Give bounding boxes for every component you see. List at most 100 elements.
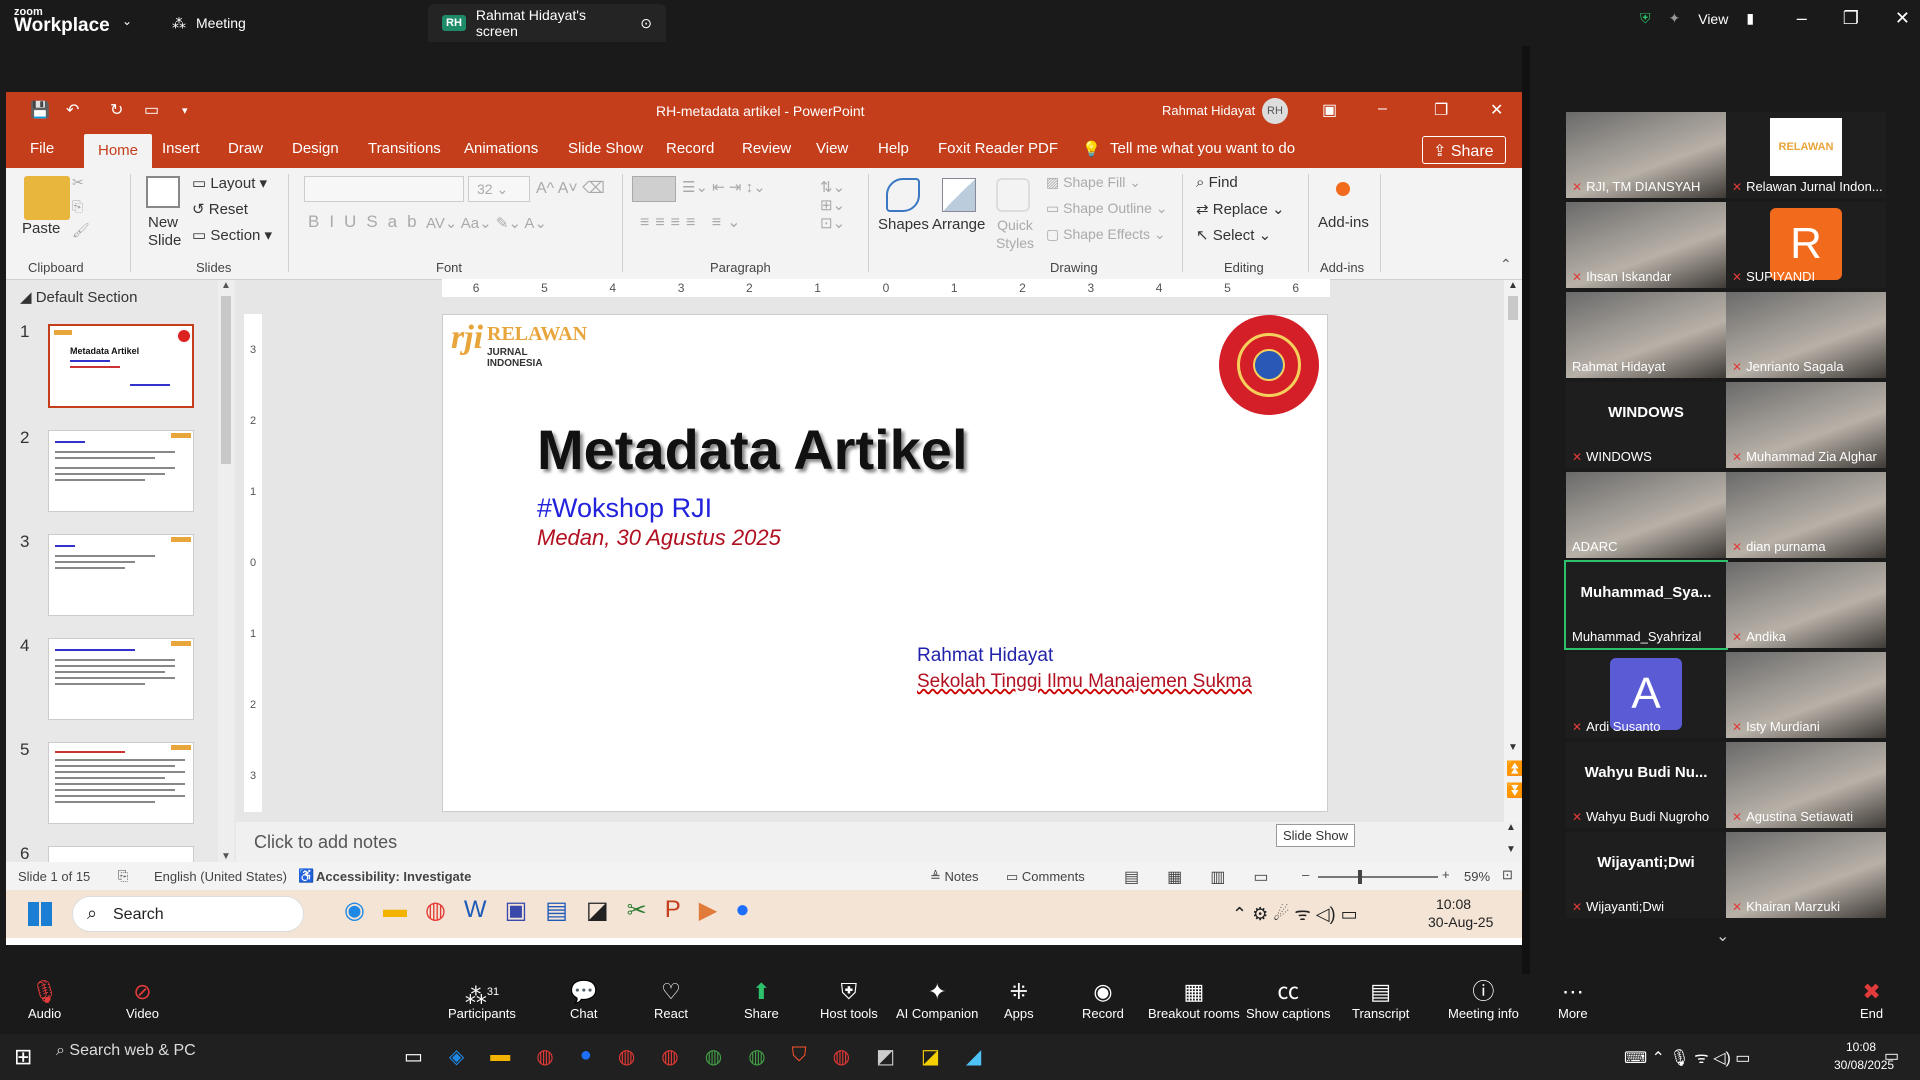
search-box[interactable]: ⌕ Search web & PC — [56, 1042, 386, 1072]
cut-icon[interactable]: ✂ — [72, 174, 84, 191]
add-ins-button[interactable]: Add-ins — [1318, 214, 1369, 231]
copy-icon[interactable]: ⎘ — [72, 198, 83, 215]
accessibility-status[interactable]: Accessibility: Investigate — [316, 869, 471, 884]
text-direction-icons[interactable]: ⇅⌄ ⊞⌄ ⊡⌄ — [820, 178, 845, 232]
tab-draw[interactable]: Draw — [228, 140, 263, 157]
tab-insert[interactable]: Insert — [162, 140, 200, 157]
thumbnail-scrollbar[interactable]: ▲ ▼ — [218, 280, 234, 862]
slide-thumbnail[interactable] — [48, 430, 194, 512]
tab-home[interactable]: Home — [84, 134, 153, 168]
participant-tile[interactable]: Muhammad_Sya... Muhammad_Syahrizal — [1564, 560, 1728, 650]
chrome-icon[interactable]: ◍ — [705, 1044, 722, 1069]
shield-icon[interactable]: ⛨ — [1640, 10, 1651, 27]
view-buttons[interactable]: ▤▦▥▭ — [1124, 867, 1296, 887]
participant-tile[interactable]: ✕ Ihsan Iskandar — [1566, 202, 1726, 288]
slide-institution[interactable]: Sekolah Tinggi Ilmu Manajemen Sukma — [917, 671, 1252, 693]
chrome-icon[interactable]: ◍ — [618, 1044, 635, 1069]
view-button[interactable]: View — [1698, 11, 1728, 27]
notification-icon[interactable]: ▭ — [1884, 1046, 1899, 1066]
slide-thumbnail[interactable] — [48, 846, 194, 862]
task-view-icon[interactable]: ▭ — [404, 1044, 423, 1069]
bullets-icon[interactable] — [632, 176, 676, 202]
slide-subtitle[interactable]: #Wokshop RJI — [537, 493, 712, 524]
notes-button[interactable]: ≜ Notes — [930, 869, 978, 885]
share-screen-button[interactable]: ⬆ Share — [744, 978, 779, 1021]
participant-tile[interactable]: WINDOWS ✕ WINDOWS — [1566, 382, 1726, 468]
undo-icon[interactable]: ↶ — [66, 100, 79, 120]
word-icon[interactable]: W — [464, 896, 487, 925]
add-ins-icon[interactable] — [1336, 182, 1350, 196]
font-name-box[interactable] — [304, 176, 464, 202]
zoom-icon[interactable]: ● — [735, 896, 750, 925]
previous-slide-icon[interactable]: ⏫ — [1506, 760, 1522, 777]
chrome-icon[interactable]: ◍ — [661, 1044, 678, 1069]
app-icon[interactable]: ◢ — [966, 1044, 981, 1069]
participant-tile[interactable]: ✕ Khairan Marzuki — [1726, 832, 1886, 918]
shape-effects-button[interactable]: ▢ Shape Effects ⌄ — [1046, 226, 1166, 243]
section-header[interactable]: ◢ Default Section — [20, 288, 137, 306]
slide-thumbnail[interactable] — [48, 742, 194, 824]
close-icon[interactable]: ✕ — [1490, 100, 1503, 120]
layout-button[interactable]: ▭ Layout ▾ — [192, 174, 267, 192]
slide-scrollbar[interactable]: ▲ ▼ ⏫ ⏬ — [1504, 280, 1522, 824]
save-icon[interactable]: 💾 — [30, 100, 50, 120]
grow-font-icon[interactable]: A^ A˅ ⌫ — [536, 178, 605, 198]
folder-icon[interactable]: ▬ — [383, 896, 407, 925]
brave-icon[interactable]: ⛉ — [792, 1044, 807, 1069]
slide-canvas[interactable]: rji RELAWAN JURNAL INDONESIA Metadata Ar… — [442, 314, 1328, 812]
shapes-button[interactable]: Shapes — [878, 216, 929, 233]
minimize-icon[interactable]: – — [1797, 8, 1807, 29]
transcript-button[interactable]: ▤ Transcript — [1352, 978, 1409, 1021]
redo-icon[interactable]: ↻ — [110, 100, 123, 120]
customize-icon[interactable]: ▾ — [182, 104, 188, 117]
tab-meeting[interactable]: ⁂ Meeting — [158, 4, 428, 42]
more-icon[interactable]: ⊙ — [640, 15, 652, 32]
zoom-out-icon[interactable]: – — [1302, 867, 1309, 882]
video-button[interactable]: ⊘ Video — [126, 978, 159, 1021]
tab-view[interactable]: View — [816, 140, 848, 157]
ribbon-display-icon[interactable]: ▣ — [1322, 100, 1337, 120]
quick-styles-button[interactable]: Quick Styles — [988, 216, 1042, 252]
powerpoint-icon[interactable]: P — [665, 896, 681, 925]
format-painter-icon[interactable]: 🖌 — [72, 222, 90, 239]
grid-icon[interactable]: ▮ — [1746, 10, 1754, 27]
minimize-icon[interactable]: – — [1378, 100, 1387, 118]
participant-tile[interactable]: ✕ Jenrianto Sagala — [1726, 292, 1886, 378]
tab-foxit[interactable]: Foxit Reader PDF — [938, 140, 1058, 157]
show-captions-button[interactable]: ㏄ Show captions — [1246, 978, 1331, 1021]
find-button[interactable]: ⌕ Find — [1196, 174, 1238, 191]
meeting-info-button[interactable]: ⓘ Meeting info — [1448, 978, 1519, 1021]
media-icon[interactable]: ▶ — [699, 896, 717, 925]
chrome-icon[interactable]: ◍ — [536, 1044, 553, 1069]
tray-icons[interactable]: ⌃ ⚙ ☄ ᯤ ◁) ▭ — [1232, 902, 1358, 926]
divider[interactable] — [1522, 46, 1530, 974]
next-slide-icon[interactable]: ⏬ — [1506, 782, 1522, 799]
arrange-button[interactable]: Arrange — [932, 216, 985, 233]
zoom-icon[interactable]: ● — [580, 1044, 592, 1069]
chrome-icon[interactable]: ◍ — [425, 896, 446, 925]
apps-button[interactable]: ⁜ Apps — [1004, 978, 1034, 1021]
replace-button[interactable]: ⇄ Replace ⌄ — [1196, 200, 1285, 218]
participant-tile[interactable]: ✕ Agustina Setiawati — [1726, 742, 1886, 828]
reset-button[interactable]: ↺ Reset — [192, 200, 248, 218]
windows-start-icon[interactable] — [28, 902, 52, 926]
tab-design[interactable]: Design — [292, 140, 339, 157]
tab-transitions[interactable]: Transitions — [368, 140, 441, 157]
participant-tile[interactable]: ✕ dian purnama — [1726, 472, 1886, 558]
paragraph-icons[interactable]: ☰⌄ ⇤ ⇥ ↕⌄ — [682, 178, 766, 196]
paste-icon[interactable] — [24, 176, 70, 220]
participant-tile[interactable]: ✕ Muhammad Zia Alghar — [1726, 382, 1886, 468]
participant-tile[interactable]: RELAWAN ✕ Relawan Jurnal Indon... — [1726, 112, 1886, 198]
fit-slide-icon[interactable]: ⊡ — [1502, 867, 1513, 883]
breakout-rooms-button[interactable]: ▦ Breakout rooms — [1148, 978, 1240, 1021]
participant-tile[interactable]: ✕ Andika — [1726, 562, 1886, 648]
tray-icons[interactable]: ⌨ ⌃ 🎙 ᯤ ◁) ▭ — [1624, 1046, 1750, 1068]
tab-record[interactable]: Record — [666, 140, 714, 157]
ai-companion-button[interactable]: ✦ AI Companion — [896, 978, 978, 1021]
tell-me-search[interactable]: Tell me what you want to do — [1110, 140, 1295, 157]
maximize-icon[interactable]: ❐ — [1434, 100, 1448, 120]
zoom-slider[interactable] — [1318, 870, 1438, 884]
slide-thumbnail[interactable] — [48, 534, 194, 616]
collapse-ribbon-icon[interactable]: ⌃ — [1500, 256, 1512, 273]
maximize-icon[interactable]: ❐ — [1843, 8, 1859, 29]
